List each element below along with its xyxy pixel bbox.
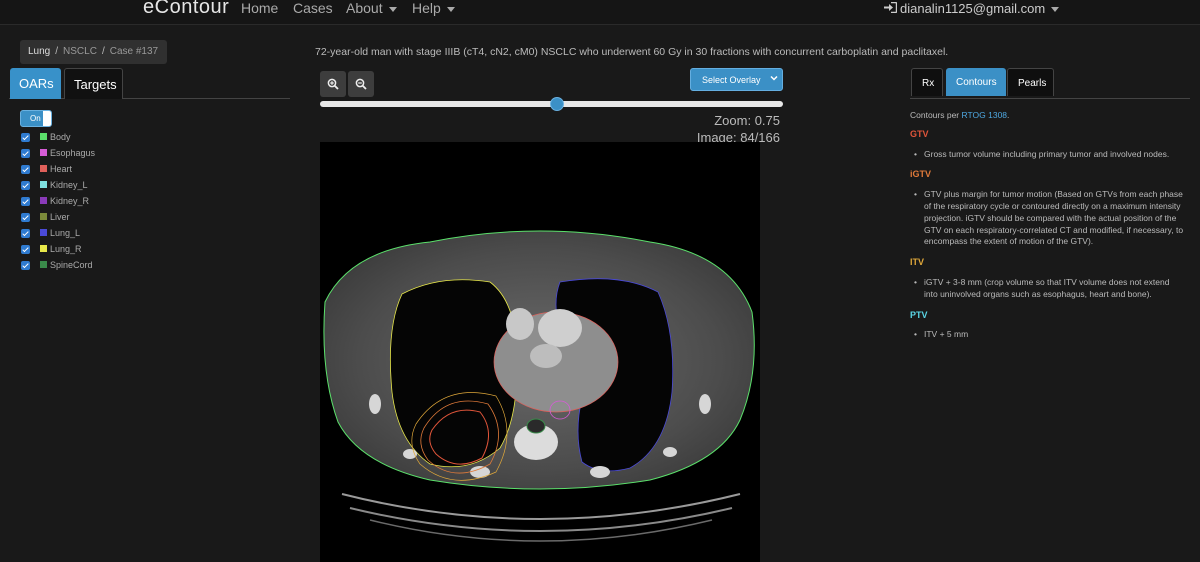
slice-slider-thumb[interactable]: [550, 97, 564, 111]
oar-color-swatch: [40, 261, 47, 268]
caret-down-icon: [446, 6, 455, 12]
contours-intro: Contours per RTOG 1308.: [910, 110, 1185, 122]
oar-name: Esophagus: [50, 148, 96, 158]
contours-intro-prefix: Contours per: [910, 110, 962, 120]
section-title-igtv: iGTV: [910, 169, 932, 180]
itv-description: iGTV + 3-8 mm (crop volume so that ITV v…: [914, 277, 1185, 301]
nav-about[interactable]: About: [346, 0, 397, 16]
toggle-knob: [43, 111, 51, 126]
structure-tabs: OARs Targets: [9, 68, 290, 99]
top-navbar: eContour Home Cases About Help dianalin1…: [0, 0, 1200, 25]
case-description: 72-year-old man with stage IIIB (cT4, cN…: [315, 46, 949, 58]
nav-cases[interactable]: Cases: [293, 0, 333, 16]
oar-name: Heart: [50, 164, 73, 174]
oar-color-swatch: [40, 197, 47, 204]
user-email: dianalin1125@gmail.com: [900, 1, 1046, 16]
nav-help[interactable]: Help: [412, 0, 455, 16]
ptv-description: ITV + 5 mm: [914, 329, 1185, 341]
contours-intro-suffix: .: [1007, 110, 1010, 120]
toggle-label: On: [30, 114, 41, 123]
tab-targets[interactable]: Targets: [64, 68, 123, 99]
ct-scan-image: [323, 230, 755, 542]
oar-checkbox[interactable]: [21, 149, 30, 158]
section-title-itv: ITV: [910, 257, 925, 268]
ct-image-viewer[interactable]: [320, 142, 760, 562]
gtv-description: Gross tumor volume including primary tum…: [914, 149, 1185, 161]
oar-checkbox[interactable]: [21, 245, 30, 254]
igtv-description: GTV plus margin for tumor motion (Based …: [914, 189, 1185, 248]
oar-color-swatch: [40, 245, 47, 252]
zoom-readout: Zoom: 0.75: [714, 113, 780, 128]
tab-rx[interactable]: Rx: [911, 68, 943, 96]
rtog-link[interactable]: RTOG 1308: [962, 110, 1008, 120]
oar-checkbox[interactable]: [21, 213, 30, 222]
oar-checkbox[interactable]: [21, 229, 30, 238]
oar-color-swatch: [40, 165, 47, 172]
breadcrumb-case: Case #137: [109, 46, 159, 57]
breadcrumb: Lung / NSCLC / Case #137: [20, 40, 167, 64]
oar-name: Body: [50, 132, 71, 142]
section-title-gtv: GTV: [910, 128, 929, 139]
tab-pearls[interactable]: Pearls: [1007, 68, 1054, 96]
oar-color-swatch: [40, 181, 47, 188]
oar-checkbox[interactable]: [21, 165, 30, 174]
oar-color-swatch: [40, 229, 47, 236]
oar-name: Liver: [50, 212, 70, 222]
oar-name: Kidney_L: [50, 180, 88, 190]
zoom-out-icon: [355, 78, 367, 90]
oar-name: SpineCord: [50, 260, 93, 270]
nav-help-label: Help: [412, 0, 441, 16]
tab-contours[interactable]: Contours: [946, 68, 1006, 96]
caret-down-icon: [388, 6, 397, 12]
oar-checkbox[interactable]: [21, 133, 30, 142]
chevron-down-icon: [770, 74, 778, 84]
zoom-out-button[interactable]: [348, 71, 374, 97]
nav-home[interactable]: Home: [241, 0, 278, 16]
structures-toggle[interactable]: On: [20, 110, 52, 127]
oar-color-swatch: [40, 213, 47, 220]
nav-about-label: About: [346, 0, 383, 16]
breadcrumb-nsclc[interactable]: NSCLC: [63, 46, 97, 57]
caret-down-icon: [1051, 7, 1060, 13]
oar-name: Kidney_R: [50, 196, 90, 206]
oar-checkbox[interactable]: [21, 181, 30, 190]
select-overlay-label: Select Overlay: [702, 75, 761, 85]
nav-home-label: Home: [241, 0, 279, 16]
oar-color-swatch: [40, 133, 47, 140]
oar-color-swatch: [40, 149, 47, 156]
oar-checkbox[interactable]: [21, 261, 30, 270]
section-title-ptv: PTV: [910, 309, 928, 320]
oar-name: Lung_R: [50, 244, 82, 254]
oar-name: Lung_L: [50, 228, 81, 238]
brand-logo[interactable]: eContour: [143, 0, 229, 19]
oar-checkbox[interactable]: [21, 197, 30, 206]
contours-panel: Contours per RTOG 1308. GTV Gross tumor …: [910, 110, 1185, 350]
select-overlay-dropdown[interactable]: Select Overlay: [690, 68, 783, 91]
nav-cases-label: Cases: [293, 0, 333, 16]
tab-oars[interactable]: OARs: [10, 68, 61, 99]
user-menu[interactable]: dianalin1125@gmail.com: [884, 1, 1060, 16]
sign-in-icon: [884, 1, 898, 16]
zoom-in-icon: [327, 78, 339, 90]
zoom-in-button[interactable]: [320, 71, 346, 97]
info-tabs: Rx Contours Pearls: [910, 68, 1190, 99]
breadcrumb-lung[interactable]: Lung: [28, 46, 50, 57]
